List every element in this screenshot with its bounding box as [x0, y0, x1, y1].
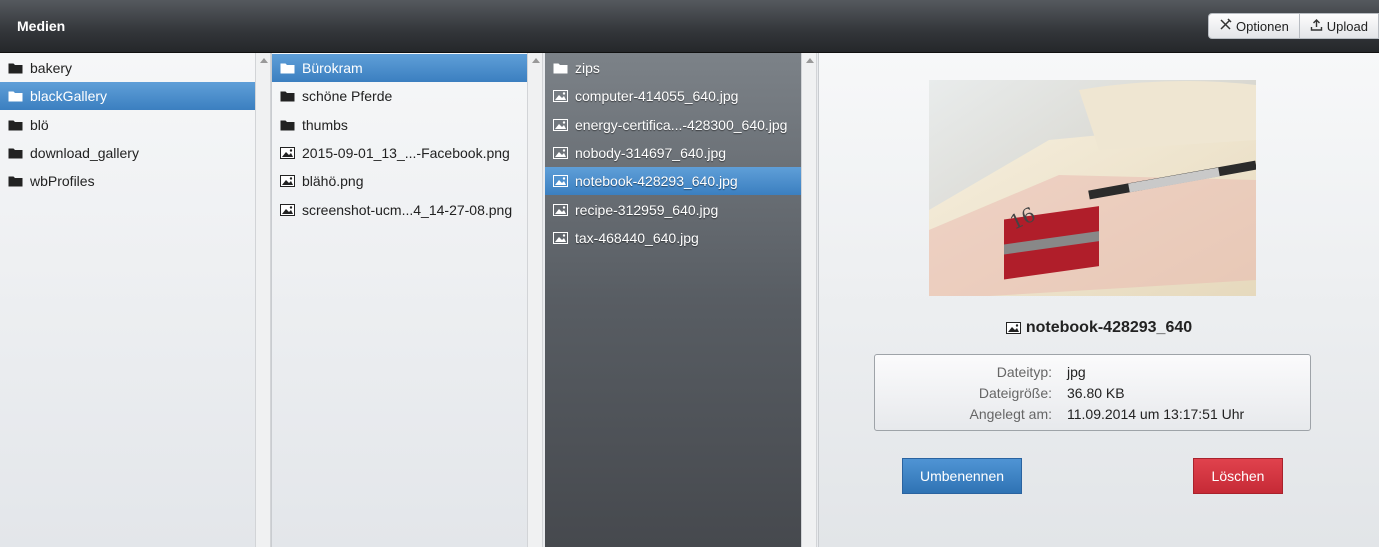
preview-panel: 16 notebook-428293_640 Dateityp: jpg Datei…: [818, 53, 1379, 547]
file-item[interactable]: 2015-09-01_13_...-Facebook.png: [272, 139, 527, 167]
image-file-icon: [553, 146, 568, 159]
scroll-up-arrow-icon[interactable]: [532, 58, 540, 63]
item-label: Bürokram: [302, 60, 363, 76]
info-key: Dateigröße:: [978, 384, 1052, 401]
options-button[interactable]: Optionen: [1208, 13, 1300, 39]
folder-item[interactable]: Bürokram: [272, 54, 527, 82]
folder-column-2: Bürokram schöne Pferde thumbs 2015-09-01_13…: [271, 53, 527, 547]
scrollbar-column-3[interactable]: [801, 53, 817, 547]
top-bar: Medien Optionen Upload: [0, 0, 1379, 53]
info-key: Dateityp:: [996, 363, 1052, 380]
image-file-icon: [1005, 322, 1021, 334]
item-label: zips: [575, 60, 600, 76]
folder-item[interactable]: thumbs: [272, 111, 527, 139]
item-label: computer-414055_640.jpg: [575, 88, 739, 105]
info-value: 11.09.2014 um 13:17:51 Uhr: [1067, 405, 1245, 422]
file-item[interactable]: screenshot-ucm...4_14-27-08.png: [272, 196, 527, 224]
item-label: 2015-09-01_13_...-Facebook.png: [302, 144, 510, 161]
file-name: notebook-428293_640: [1025, 319, 1193, 336]
item-label: recipe-312959_640.jpg: [575, 201, 719, 218]
folder-item[interactable]: schöne Pferde: [272, 82, 527, 110]
item-label: blähö.png: [302, 173, 364, 190]
item-label: notebook-428293_640.jpg: [575, 173, 738, 190]
folder-item[interactable]: blö: [0, 111, 255, 139]
info-row: Dateityp: jpg: [875, 361, 1310, 382]
app-title: Medien: [17, 18, 66, 34]
folder-item[interactable]: blackGallery: [0, 82, 255, 111]
image-file-icon: [280, 203, 295, 216]
folder-item[interactable]: wbProfiles: [0, 167, 255, 195]
file-item[interactable]: blähö.png: [272, 167, 527, 195]
info-value: 36.80 KB: [1067, 384, 1125, 401]
image-file-icon: [553, 203, 568, 216]
scrollbar-column-1[interactable]: [255, 53, 271, 547]
options-label: Optionen: [1236, 18, 1289, 34]
image-file-icon: [553, 175, 568, 188]
item-label: energy-certifica...-428300_640.jpg: [575, 116, 788, 133]
rename-button[interactable]: Umbenennen: [902, 458, 1022, 494]
image-file-icon: [280, 146, 295, 159]
item-label: tax-468440_640.jpg: [575, 229, 699, 246]
folder-icon: [553, 62, 568, 74]
folder-icon: [280, 119, 295, 131]
folder-item[interactable]: bakery: [0, 54, 255, 82]
file-title: notebook-428293_640: [819, 319, 1379, 337]
info-value: jpg: [1067, 363, 1086, 380]
scrollbar-column-2[interactable]: [527, 53, 543, 547]
scroll-up-arrow-icon[interactable]: [260, 58, 268, 63]
folder-icon: [8, 90, 23, 102]
upload-icon: [1310, 18, 1323, 34]
folder-item[interactable]: zips: [545, 54, 801, 82]
folder-icon: [280, 62, 295, 74]
item-label: blö: [30, 116, 49, 133]
item-label: wbProfiles: [30, 173, 95, 190]
folder-column-1: bakery blackGallery blö download_gallery wbP…: [0, 53, 255, 547]
info-row: Angelegt am: 11.09.2014 um 13:17:51 Uhr: [875, 403, 1310, 424]
image-preview: 16: [929, 80, 1256, 296]
file-info-box: Dateityp: jpg Dateigröße: 36.80 KB Angelegt …: [874, 354, 1311, 431]
item-label: bakery: [30, 60, 73, 76]
info-row: Dateigröße: 36.80 KB: [875, 382, 1310, 403]
folder-icon: [8, 147, 23, 159]
item-label: download_gallery: [30, 144, 139, 161]
image-file-icon: [553, 118, 568, 131]
scroll-up-arrow-icon[interactable]: [806, 58, 814, 63]
item-label: thumbs: [302, 116, 348, 133]
notebook-image-icon: 16: [929, 80, 1256, 296]
folder-icon: [8, 62, 23, 74]
item-label: blackGallery: [30, 88, 108, 105]
file-item[interactable]: notebook-428293_640.jpg: [545, 167, 801, 196]
folder-icon: [8, 175, 23, 187]
delete-button[interactable]: Löschen: [1193, 458, 1283, 494]
item-label: schöne Pferde: [302, 88, 393, 105]
file-item[interactable]: energy-certifica...-428300_640.jpg: [545, 111, 801, 139]
folder-icon: [8, 119, 23, 131]
folder-item[interactable]: download_gallery: [0, 139, 255, 167]
file-item[interactable]: recipe-312959_640.jpg: [545, 196, 801, 224]
image-file-icon: [553, 231, 568, 244]
file-item[interactable]: tax-468440_640.jpg: [545, 224, 801, 252]
file-item[interactable]: nobody-314697_640.jpg: [545, 139, 801, 167]
info-key: Angelegt am:: [969, 405, 1053, 422]
image-file-icon: [553, 90, 568, 103]
toolbar-buttons: Optionen Upload: [1208, 13, 1379, 39]
tools-icon: [1219, 18, 1232, 34]
upload-button[interactable]: Upload: [1299, 13, 1379, 39]
upload-label: Upload: [1326, 18, 1368, 34]
file-item[interactable]: computer-414055_640.jpg: [545, 82, 801, 110]
folder-column-3: zips computer-414055_640.jpg energy-certif…: [545, 53, 801, 547]
item-label: screenshot-ucm...4_14-27-08.png: [302, 201, 513, 218]
item-label: nobody-314697_640.jpg: [575, 144, 727, 161]
folder-icon: [280, 90, 295, 102]
image-file-icon: [280, 175, 295, 188]
